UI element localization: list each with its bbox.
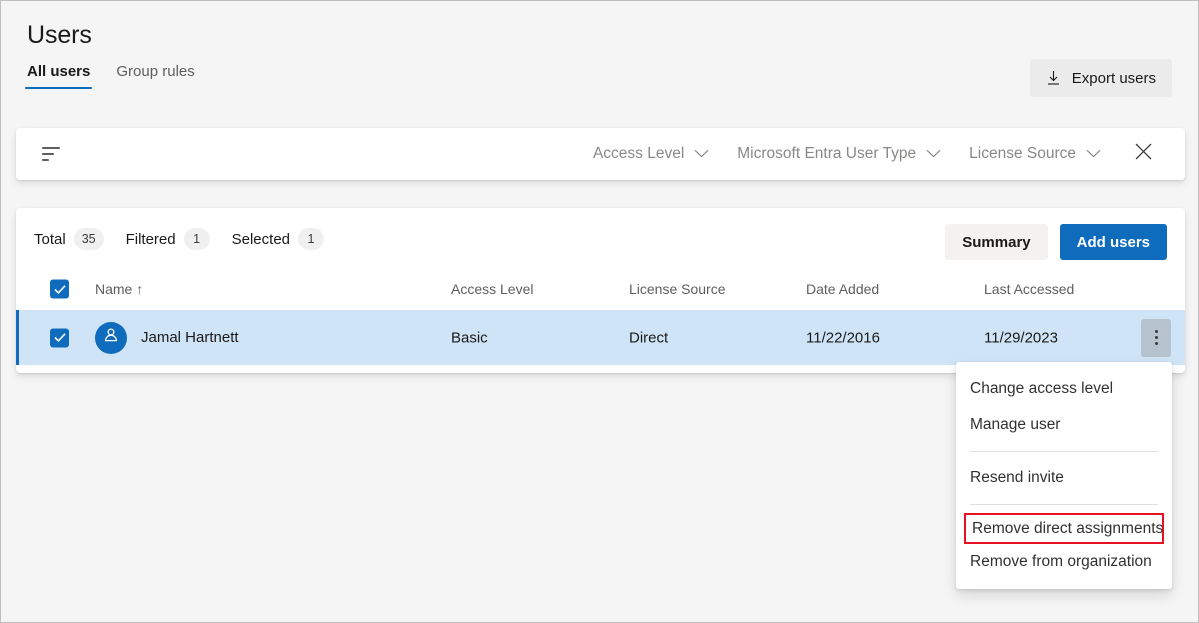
close-icon (1134, 142, 1153, 166)
users-table-card: Total 35 Filtered 1 Selected 1 Summary A… (16, 208, 1185, 373)
stat-selected-label: Selected (232, 231, 290, 248)
menu-item-change-access-level[interactable]: Change access level (956, 371, 1172, 407)
close-filters-button[interactable] (1123, 134, 1163, 174)
table-row[interactable]: Jamal Hartnett Basic Direct 11/22/2016 1… (16, 310, 1185, 365)
filter-bar: Access Level Microsoft Entra User Type L… (16, 128, 1185, 180)
filter-entra-user-type-label: Microsoft Entra User Type (737, 145, 916, 163)
filter-access-level[interactable]: Access Level (579, 137, 723, 171)
menu-item-remove-from-organization[interactable]: Remove from organization (956, 544, 1172, 580)
menu-divider (970, 504, 1158, 505)
chevron-down-icon (1086, 145, 1101, 163)
cell-name: Jamal Hartnett (95, 322, 239, 354)
column-header-last-accessed[interactable]: Last Accessed (984, 281, 1074, 297)
menu-item-manage-user[interactable]: Manage user (956, 407, 1172, 443)
tab-group-rules[interactable]: Group rules (114, 63, 196, 89)
more-vertical-icon[interactable] (1141, 319, 1171, 357)
chevron-down-icon (694, 145, 709, 163)
chevron-down-icon (926, 145, 941, 163)
column-header-access-level[interactable]: Access Level (451, 281, 533, 297)
menu-item-resend-invite[interactable]: Resend invite (956, 460, 1172, 496)
stats-row: Total 35 Filtered 1 Selected 1 (34, 228, 324, 250)
export-users-label: Export users (1072, 70, 1156, 87)
filter-access-level-label: Access Level (593, 145, 684, 163)
cell-license-source: Direct (629, 329, 668, 346)
app-window: Users All users Group rules Export users… (0, 0, 1199, 623)
row-context-menu: Change access level Manage user Resend i… (956, 362, 1172, 589)
filter-license-source-label: License Source (969, 145, 1076, 163)
summary-button[interactable]: Summary (945, 224, 1047, 260)
page-title: Users (27, 21, 92, 50)
column-header-name[interactable]: Name ↑ (95, 281, 143, 297)
stat-total: Total 35 (34, 228, 104, 250)
column-header-license-source[interactable]: License Source (629, 281, 726, 297)
add-users-button[interactable]: Add users (1060, 224, 1167, 260)
download-icon (1046, 70, 1061, 86)
stat-total-count: 35 (74, 228, 104, 250)
stat-filtered-label: Filtered (126, 231, 176, 248)
stat-selected: Selected 1 (232, 228, 324, 250)
cell-access-level: Basic (451, 329, 488, 346)
stat-selected-count: 1 (298, 228, 324, 250)
row-checkbox[interactable] (50, 328, 69, 347)
filter-license-source[interactable]: License Source (955, 137, 1115, 171)
stat-filtered-count: 1 (184, 228, 210, 250)
person-icon (102, 326, 120, 349)
select-all-checkbox[interactable] (50, 280, 69, 299)
stat-total-label: Total (34, 231, 66, 248)
filter-entra-user-type[interactable]: Microsoft Entra User Type (723, 137, 955, 171)
tab-bar: All users Group rules (25, 63, 197, 89)
filter-icon[interactable] (42, 146, 64, 162)
table-header-row: Name ↑ Access Level License Source Date … (16, 268, 1185, 310)
cell-date-added: 11/22/2016 (806, 329, 880, 346)
column-header-date-added[interactable]: Date Added (806, 281, 879, 297)
avatar (95, 322, 127, 354)
table-actions: Summary Add users (945, 224, 1167, 260)
stat-filtered: Filtered 1 (126, 228, 210, 250)
filter-dropdowns: Access Level Microsoft Entra User Type L… (579, 128, 1163, 180)
user-name: Jamal Hartnett (141, 329, 239, 346)
menu-item-remove-direct-assignments[interactable]: Remove direct assignments (964, 513, 1164, 544)
tab-all-users[interactable]: All users (25, 63, 92, 89)
cell-last-accessed: 11/29/2023 (984, 329, 1058, 346)
menu-divider (970, 451, 1158, 452)
export-users-button[interactable]: Export users (1030, 59, 1172, 97)
